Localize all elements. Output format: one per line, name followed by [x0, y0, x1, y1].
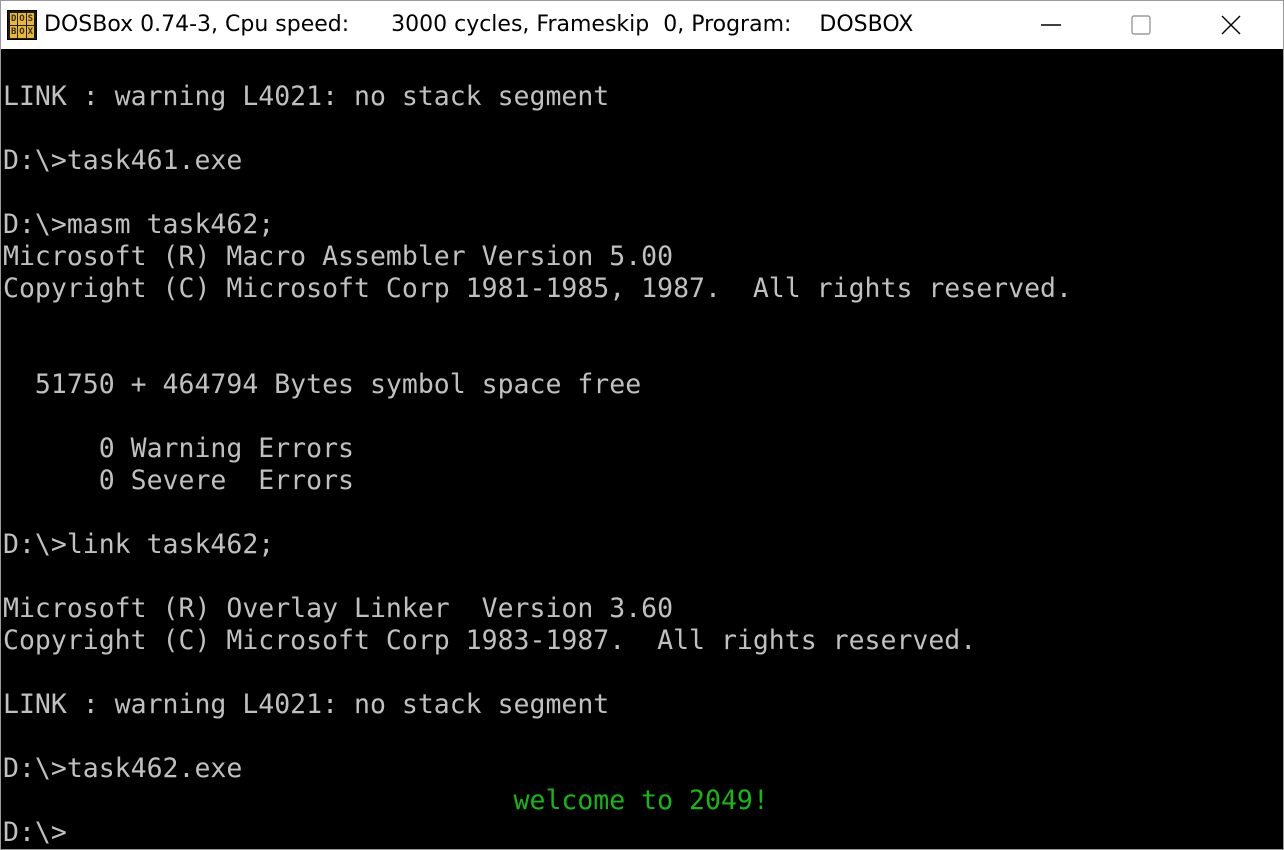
console-line: D:\>masm task462;	[3, 209, 275, 240]
console-line: D:\>link task462;	[3, 529, 275, 560]
dos-console[interactable]: LINK : warning L4021: no stack segment D…	[1, 49, 1283, 849]
welcome-message-line: welcome to 2049!	[3, 785, 769, 816]
maximize-button[interactable]	[1111, 1, 1171, 49]
minimize-icon	[1041, 24, 1061, 26]
app-icon-letter: O	[18, 13, 26, 25]
title-bar[interactable]: D O S B O X DOSBox 0.74-3, Cpu speed: 30…	[1, 1, 1283, 49]
app-icon-letter: S	[26, 13, 34, 25]
console-line: D:\>task462.exe	[3, 753, 243, 784]
console-line: 0 Severe Errors	[3, 465, 354, 496]
app-icon-letter: X	[26, 26, 34, 38]
app-icon-letter: O	[18, 26, 26, 38]
minimize-button[interactable]	[1021, 1, 1081, 49]
console-line: Copyright (C) Microsoft Corp 1983-1987. …	[3, 625, 977, 656]
console-line: Microsoft (R) Overlay Linker Version 3.6…	[3, 593, 674, 624]
console-line: D:\>task461.exe	[3, 145, 243, 176]
console-line: LINK : warning L4021: no stack segment	[3, 81, 610, 112]
app-icon-letter: B	[10, 26, 18, 38]
maximize-icon	[1131, 15, 1151, 35]
console-line: Copyright (C) Microsoft Corp 1981-1985, …	[3, 273, 1072, 304]
console-line: LINK : warning L4021: no stack segment	[3, 689, 610, 720]
console-line: 51750 + 464794 Bytes symbol space free	[3, 369, 642, 400]
close-button[interactable]	[1201, 1, 1261, 49]
close-icon	[1221, 15, 1241, 35]
console-line: 0 Warning Errors	[3, 433, 354, 464]
window-title: DOSBox 0.74-3, Cpu speed: 3000 cycles, F…	[44, 12, 914, 37]
console-line: Microsoft (R) Macro Assembler Version 5.…	[3, 241, 674, 272]
dosbox-window: D O S B O X DOSBox 0.74-3, Cpu speed: 30…	[0, 0, 1284, 850]
app-icon-letter: D	[10, 13, 18, 25]
dosbox-app-icon[interactable]: D O S B O X	[7, 10, 37, 40]
command-prompt[interactable]: D:\>	[3, 817, 67, 849]
